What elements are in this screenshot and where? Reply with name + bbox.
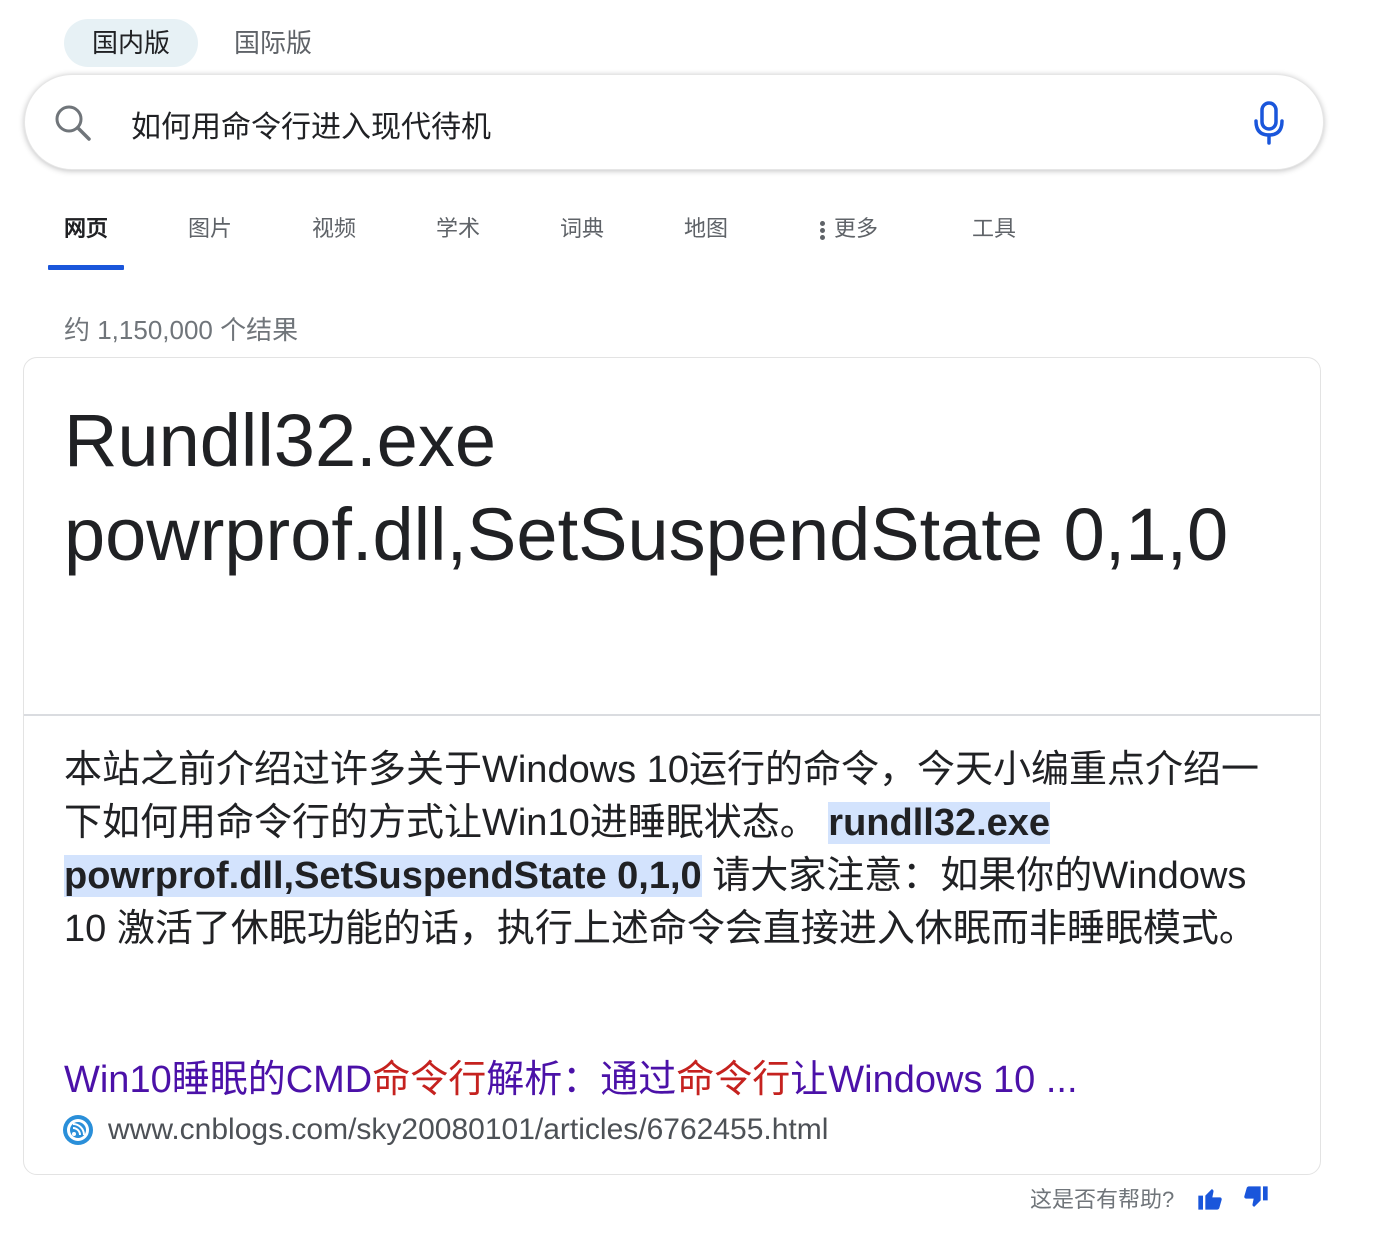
source-url[interactable]: www.cnblogs.com/sky20080101/articles/676… [108,1110,828,1150]
region-tab-international[interactable]: 国际版 [206,19,340,67]
tab-images[interactable]: 图片 [188,205,232,265]
tab-web[interactable]: 网页 [64,205,108,265]
feedback-label: 这是否有帮助? [1030,1187,1175,1212]
region-tabs: 国内版 国际版 [64,19,340,67]
search-input[interactable] [129,97,1213,151]
result-count: 约 1,150,000 个结果 [64,315,299,345]
search-icon[interactable] [53,103,93,143]
tab-more-label: 更多 [834,216,879,241]
active-tab-indicator [48,265,124,270]
cnblogs-favicon [63,1115,93,1145]
region-tab-domestic[interactable]: 国内版 [64,19,199,67]
feedback-bar: 这是否有帮助? [1030,1182,1288,1214]
snippet-text-before: 本站之前介绍过许多关于Windows 10运行的命令，今天小编重点介绍一下如何用… [64,749,1259,844]
search-bar [24,74,1324,170]
tab-more[interactable]: 更多 [820,205,878,265]
thumbs-up-icon[interactable] [1196,1184,1224,1212]
more-dots-icon [820,219,826,242]
card-divider [24,714,1320,716]
source-title-keyword: 命令行 [676,1059,791,1101]
tab-maps[interactable]: 地图 [684,205,728,265]
source-title-link[interactable]: Win10睡眠的CMD命令行解析：通过命令行让Windows 10 ... [64,1058,1078,1102]
source-title-keyword: 命令行 [372,1059,487,1101]
tab-tools[interactable]: 工具 [972,205,1016,265]
answer-card: Rundll32.exe powrprof.dll,SetSuspendStat… [23,357,1321,1175]
tab-academic[interactable]: 学术 [436,205,480,265]
thumbs-down-icon[interactable] [1242,1184,1270,1212]
tab-dictionary[interactable]: 词典 [560,205,604,265]
microphone-icon[interactable] [1251,101,1287,145]
source-title-part: 让Windows 10 ... [790,1059,1078,1101]
source-title-part: Win10睡眠的CMD [64,1059,373,1101]
answer-title: Rundll32.exe powrprof.dll,SetSuspendStat… [64,399,1229,576]
tab-videos[interactable]: 视频 [312,205,356,265]
answer-snippet: 本站之前介绍过许多关于Windows 10运行的命令，今天小编重点介绍一下如何用… [64,744,1294,956]
source-title-part: 解析：通过 [486,1059,677,1101]
